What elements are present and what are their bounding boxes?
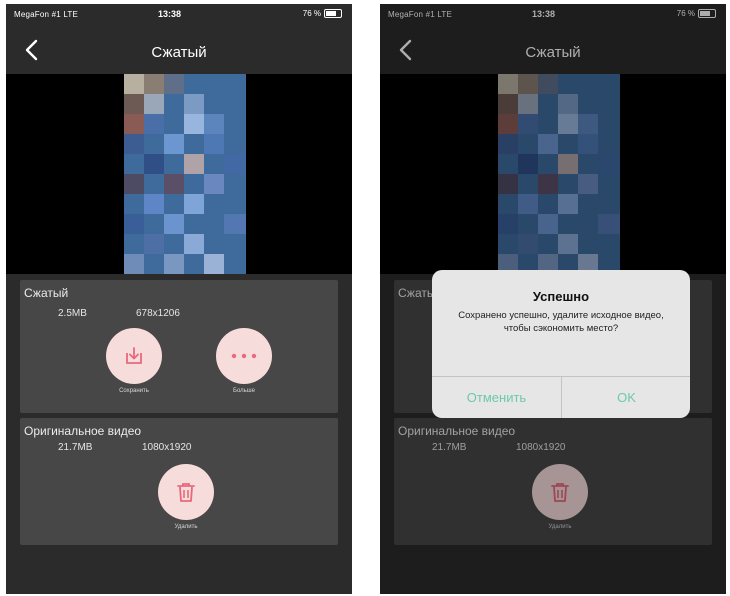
status-bar: MegaFon #1 LTE 13:38 76 % bbox=[6, 4, 352, 26]
compressed-size: 2.5MB bbox=[58, 308, 87, 319]
original-size: 21.7MB bbox=[58, 442, 93, 453]
battery-icon bbox=[324, 9, 342, 18]
save-label: Сохранить bbox=[119, 388, 149, 394]
delete-button[interactable] bbox=[158, 464, 214, 520]
original-resolution: 1080x1920 bbox=[142, 442, 192, 453]
carrier-name: MegaFon #1 bbox=[14, 10, 61, 19]
dialog-message: Сохранено успешно, удалите исходное виде… bbox=[458, 310, 664, 334]
dialog-title: Успешно bbox=[532, 289, 590, 304]
more-label: Больше bbox=[233, 388, 255, 394]
cancel-button[interactable]: Отменить bbox=[432, 377, 561, 418]
more-dots-icon bbox=[231, 353, 257, 359]
carrier-network: MegaFon #1 LTE bbox=[14, 10, 78, 19]
battery-indicator: 76 % bbox=[303, 9, 342, 18]
original-title: Оригинальное видео bbox=[24, 424, 142, 438]
compressed-card: Сжатый 2.5MB 678x1206 Сохранить Больше bbox=[20, 280, 338, 413]
original-card: Оригинальное видео 21.7MB 1080x1920 Удал… bbox=[20, 418, 338, 545]
phone-screen-after: MegaFon #1 LTE 13:38 76 % Сжатый Сжатый … bbox=[380, 4, 726, 594]
trash-icon bbox=[177, 483, 195, 502]
phone-screen-before: MegaFon #1 LTE 13:38 76 % Сжатый Сжатый … bbox=[6, 4, 352, 594]
status-time: 13:38 bbox=[158, 9, 182, 19]
delete-label: Удалить bbox=[174, 524, 198, 530]
battery-percent: 76 % bbox=[302, 9, 321, 18]
save-button[interactable] bbox=[106, 328, 162, 384]
page-title: Сжатый bbox=[151, 44, 207, 61]
success-dialog: Успешно Сохранено успешно, удалите исход… bbox=[432, 270, 690, 418]
download-icon bbox=[126, 347, 142, 364]
nav-bar: Сжатый bbox=[6, 26, 352, 74]
network-type: LTE bbox=[63, 10, 79, 19]
video-thumbnail[interactable] bbox=[124, 74, 246, 274]
compressed-title: Сжатый bbox=[24, 286, 69, 300]
compressed-resolution: 678x1206 bbox=[136, 308, 180, 319]
ok-button[interactable]: OK bbox=[562, 377, 690, 418]
video-preview-area bbox=[6, 74, 352, 274]
more-button[interactable] bbox=[216, 328, 272, 384]
